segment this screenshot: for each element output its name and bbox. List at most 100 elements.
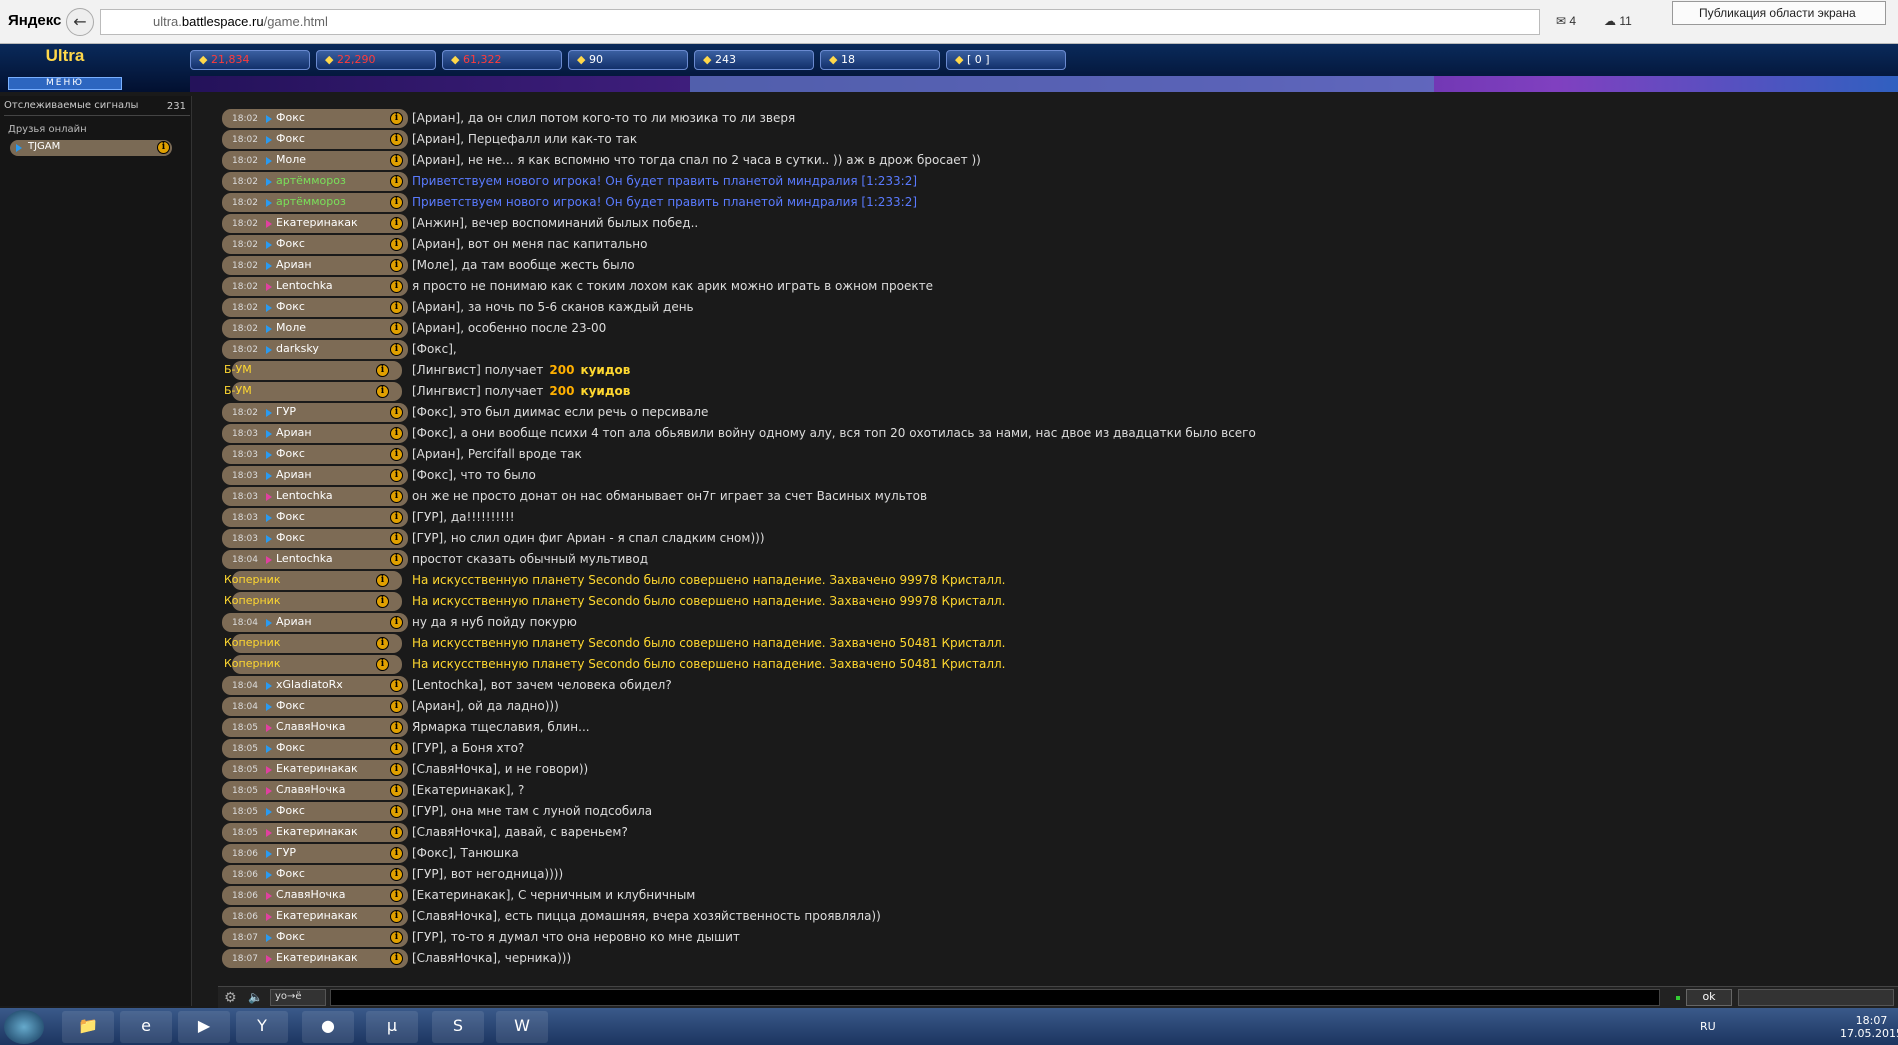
info-icon[interactable]: i bbox=[376, 637, 389, 650]
sender-name[interactable]: Моле bbox=[276, 150, 306, 170]
info-icon[interactable]: i bbox=[390, 427, 403, 440]
info-icon[interactable]: i bbox=[390, 511, 403, 524]
sender-name[interactable]: Ариан bbox=[276, 465, 312, 485]
game-client-icon[interactable]: W bbox=[496, 1011, 548, 1043]
explorer-icon[interactable]: 📁 bbox=[62, 1011, 114, 1043]
info-icon[interactable]: i bbox=[390, 238, 403, 251]
sender-name[interactable]: Фокс bbox=[276, 129, 305, 149]
sender-name[interactable]: артёммороз bbox=[276, 171, 346, 191]
sender-name[interactable]: Фокс bbox=[276, 507, 305, 527]
info-icon[interactable]: i bbox=[390, 217, 403, 230]
info-icon[interactable]: i bbox=[390, 301, 403, 314]
info-icon[interactable]: i bbox=[390, 763, 403, 776]
info-icon[interactable]: i bbox=[390, 910, 403, 923]
sender-name[interactable]: Екатеринакак bbox=[276, 759, 358, 779]
resource-crystal[interactable]: ◆ 22,290 bbox=[316, 50, 436, 70]
clock[interactable]: 18:07 17.05.2015 bbox=[1840, 1014, 1898, 1040]
info-icon[interactable]: i bbox=[390, 784, 403, 797]
sender-name[interactable]: Фокс bbox=[276, 864, 305, 884]
info-icon[interactable]: i bbox=[390, 280, 403, 293]
resource-mail[interactable]: ◆[ 0 ] bbox=[946, 50, 1066, 70]
sender-name[interactable]: Фокс bbox=[276, 801, 305, 821]
sender-name[interactable]: Коперник bbox=[224, 570, 280, 590]
info-icon[interactable]: i bbox=[390, 259, 403, 272]
sender-name[interactable]: Фокс bbox=[276, 696, 305, 716]
sender-name[interactable]: Коперник bbox=[224, 633, 280, 653]
sender-name[interactable]: Ариан bbox=[276, 612, 312, 632]
gear-icon[interactable]: ⚙ bbox=[224, 990, 237, 1006]
language-indicator[interactable]: RU bbox=[1700, 1020, 1716, 1033]
banner-tab[interactable] bbox=[690, 76, 1434, 92]
resource-credits[interactable]: ◆ 21,834 bbox=[190, 50, 310, 70]
info-icon[interactable]: i bbox=[390, 721, 403, 734]
info-icon[interactable]: i bbox=[390, 133, 403, 146]
info-icon[interactable]: i bbox=[390, 616, 403, 629]
info-icon[interactable]: i bbox=[390, 112, 403, 125]
info-icon[interactable]: i bbox=[390, 889, 403, 902]
ie-icon[interactable]: e bbox=[120, 1011, 172, 1043]
sender-name[interactable]: Lentochka bbox=[276, 549, 333, 569]
skype-icon[interactable]: S bbox=[432, 1011, 484, 1043]
info-icon[interactable]: i bbox=[376, 385, 389, 398]
info-icon[interactable]: i bbox=[390, 196, 403, 209]
sender-name[interactable]: Екатеринакак bbox=[276, 948, 358, 968]
sender-name[interactable]: Фокс bbox=[276, 108, 305, 128]
resource-lightning[interactable]: ◆ 90 bbox=[568, 50, 688, 70]
back-button[interactable]: ← bbox=[66, 8, 94, 36]
weather-icon[interactable]: ☁ 11 bbox=[1604, 14, 1632, 28]
sender-name[interactable]: Фокс bbox=[276, 927, 305, 947]
info-icon[interactable]: i bbox=[390, 406, 403, 419]
start-button[interactable] bbox=[4, 1010, 44, 1044]
info-icon[interactable]: i bbox=[390, 469, 403, 482]
friend-item[interactable]: TJGAM i bbox=[10, 140, 172, 156]
info-icon[interactable]: i bbox=[390, 742, 403, 755]
info-icon[interactable]: i bbox=[390, 322, 403, 335]
sender-name[interactable]: Фокс bbox=[276, 234, 305, 254]
sender-name[interactable]: СлавяНочка bbox=[276, 885, 345, 905]
translit-toggle[interactable]: yo→ё bbox=[270, 989, 326, 1006]
info-icon[interactable]: i bbox=[376, 658, 389, 671]
info-icon[interactable]: i bbox=[390, 154, 403, 167]
sound-icon[interactable]: 🔈 bbox=[248, 990, 263, 1004]
firefox-icon[interactable]: ● bbox=[302, 1011, 354, 1043]
sender-name[interactable]: Фокс bbox=[276, 444, 305, 464]
info-icon[interactable]: i bbox=[390, 847, 403, 860]
sender-name[interactable]: Lentochka bbox=[276, 276, 333, 296]
sender-name[interactable]: darksky bbox=[276, 339, 319, 359]
sender-name[interactable]: СлавяНочка bbox=[276, 717, 345, 737]
sender-name[interactable]: артёммороз bbox=[276, 192, 346, 212]
info-icon[interactable]: i bbox=[390, 700, 403, 713]
sender-name[interactable]: Моле bbox=[276, 318, 306, 338]
info-icon[interactable]: i bbox=[390, 805, 403, 818]
send-button[interactable]: ok bbox=[1686, 989, 1732, 1006]
info-icon[interactable]: i bbox=[376, 574, 389, 587]
mail-icon[interactable]: ✉ 4 bbox=[1556, 14, 1576, 28]
sender-name[interactable]: СлавяНочка bbox=[276, 780, 345, 800]
sender-name[interactable]: Ариан bbox=[276, 423, 312, 443]
sender-name[interactable]: Екатеринакак bbox=[276, 906, 358, 926]
sender-name[interactable]: Екатеринакак bbox=[276, 213, 358, 233]
resource-energy[interactable]: ◆ 61,322 bbox=[442, 50, 562, 70]
info-icon[interactable]: i bbox=[390, 343, 403, 356]
sender-name[interactable]: xGladiatoRx bbox=[276, 675, 343, 695]
info-icon[interactable]: i bbox=[390, 448, 403, 461]
sender-name[interactable]: Б-УМ bbox=[224, 381, 252, 401]
tracked-signals[interactable]: Отслеживаемые сигналы 231 bbox=[4, 100, 190, 116]
address-bar[interactable]: ultra.battlespace.ru/game.html bbox=[100, 9, 1540, 35]
sender-name[interactable]: ГУР bbox=[276, 402, 296, 422]
resource-gift[interactable]: ◆ 18 bbox=[820, 50, 940, 70]
info-icon[interactable]: i bbox=[376, 364, 389, 377]
info-icon[interactable]: i bbox=[390, 679, 403, 692]
sender-name[interactable]: ГУР bbox=[276, 843, 296, 863]
info-icon[interactable]: i bbox=[390, 931, 403, 944]
sender-name[interactable]: Lentochka bbox=[276, 486, 333, 506]
info-icon[interactable]: i bbox=[390, 826, 403, 839]
menu-button[interactable]: МЕНЮ bbox=[8, 77, 122, 90]
sender-name[interactable]: Фокс bbox=[276, 297, 305, 317]
info-icon[interactable]: i bbox=[390, 175, 403, 188]
resource-smile[interactable]: ◆ 243 bbox=[694, 50, 814, 70]
sender-name[interactable]: Екатеринакак bbox=[276, 822, 358, 842]
info-icon[interactable]: i bbox=[376, 595, 389, 608]
sender-name[interactable]: Ариан bbox=[276, 255, 312, 275]
info-icon[interactable]: i bbox=[390, 952, 403, 965]
